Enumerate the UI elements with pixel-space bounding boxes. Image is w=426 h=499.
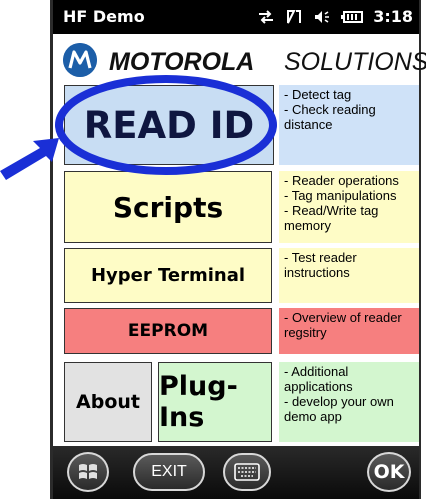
description-line: - Check reading bbox=[284, 102, 376, 117]
brand-name: MOTOROLA bbox=[109, 48, 255, 76]
plugins-description: - Additional applications - develop your… bbox=[279, 362, 419, 442]
eeprom-description: - Overview of reader regsitry bbox=[279, 308, 419, 354]
clock: 3:18 bbox=[373, 7, 413, 26]
status-icons: 3:18 bbox=[257, 7, 413, 26]
battery-icon[interactable] bbox=[341, 8, 364, 26]
description-line: - Detect tag bbox=[284, 87, 352, 102]
exit-button[interactable]: EXIT bbox=[133, 453, 205, 491]
description-line: instructions bbox=[284, 265, 350, 280]
scripts-description: - Reader operations - Tag manipulations … bbox=[279, 171, 419, 243]
description-line: - Tag manipulations bbox=[284, 188, 397, 203]
read-id-button[interactable]: READ ID bbox=[64, 85, 274, 165]
connectivity-icon[interactable] bbox=[257, 8, 275, 26]
plugins-button[interactable]: Plug-Ins bbox=[158, 362, 272, 442]
soft-key-bar: EXIT OK bbox=[53, 446, 419, 499]
status-bar: HF Demo 3:18 bbox=[53, 0, 419, 34]
description-line: - Additional bbox=[284, 364, 349, 379]
description-line: memory bbox=[284, 218, 331, 233]
windows-start-button[interactable] bbox=[67, 452, 109, 492]
description-line: - Read/Write tag bbox=[284, 203, 379, 218]
eeprom-button[interactable]: EEPROM bbox=[64, 308, 272, 354]
description-line: applications bbox=[284, 379, 353, 394]
scripts-button[interactable]: Scripts bbox=[64, 171, 272, 243]
description-line: distance bbox=[284, 117, 333, 132]
description-line: regsitry bbox=[284, 325, 327, 340]
hyper-terminal-description: - Test reader instructions bbox=[279, 248, 419, 303]
description-line: demo app bbox=[284, 409, 342, 424]
signal-icon[interactable] bbox=[285, 8, 303, 26]
description-line: - Reader operations bbox=[284, 173, 399, 188]
volume-icon[interactable] bbox=[313, 8, 331, 26]
keyboard-icon bbox=[234, 463, 260, 481]
description-line: - Test reader bbox=[284, 250, 357, 265]
hyper-terminal-button[interactable]: Hyper Terminal bbox=[64, 248, 272, 303]
app-title: HF Demo bbox=[63, 7, 145, 26]
brand-suffix: SOLUTIONS bbox=[284, 48, 426, 76]
ok-button[interactable]: OK bbox=[367, 452, 411, 492]
about-button[interactable]: About bbox=[64, 362, 152, 442]
windows-start-icon bbox=[79, 464, 97, 479]
description-line: - Overview of reader bbox=[284, 310, 402, 325]
description-line: - develop your own bbox=[284, 394, 394, 409]
logo-bar: MOTOROLA SOLUTIONS bbox=[53, 34, 426, 84]
motorola-logo-icon bbox=[63, 43, 97, 77]
keyboard-button[interactable] bbox=[223, 453, 271, 491]
read-id-description: - Detect tag - Check reading distance bbox=[279, 85, 419, 165]
